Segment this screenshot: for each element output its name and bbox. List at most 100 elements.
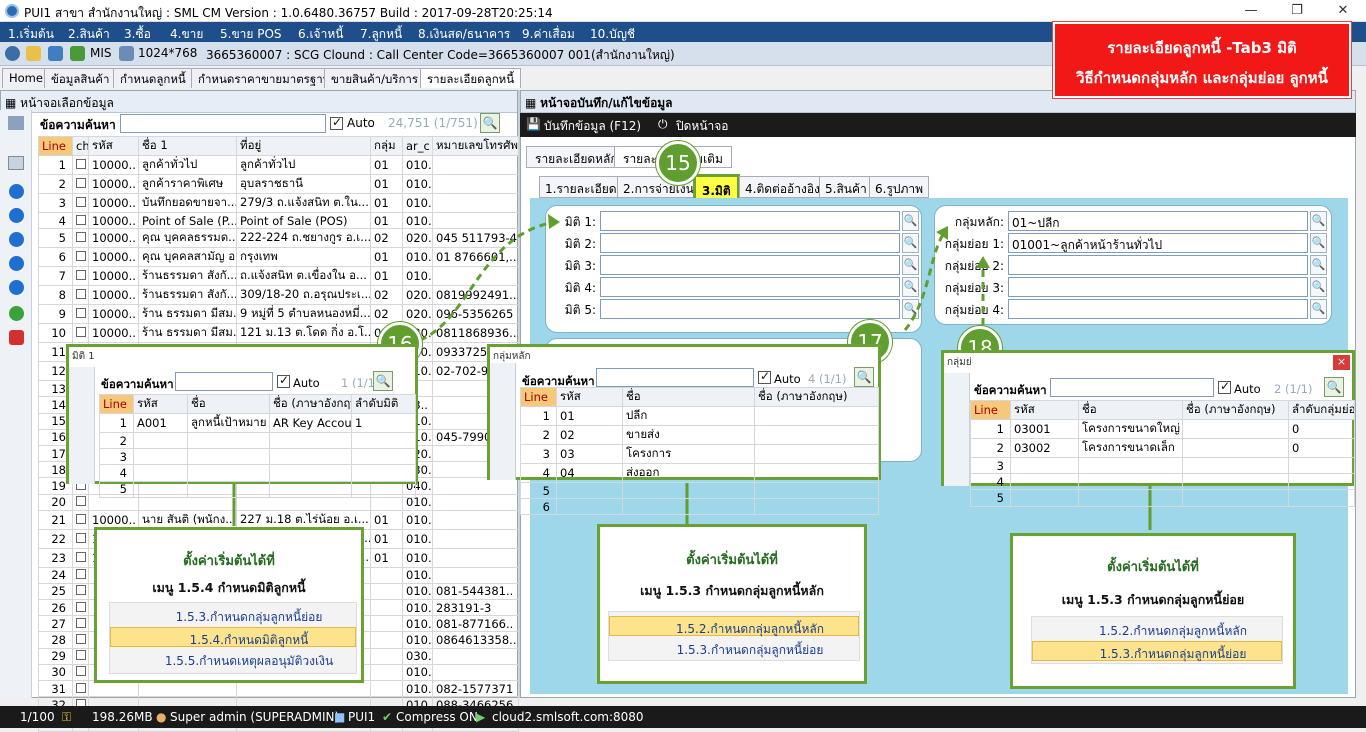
popup-2-search-input[interactable] [596,368,754,387]
table-row[interactable]: 2 [99,431,416,450]
table-cell [754,425,879,445]
column-header[interactable]: ชื่อ [187,394,270,414]
info-2-menu: 1.5.2.กำหนดกลุ่มลูกหนี้หลัก 1.5.3.กำหนดก… [608,611,860,661]
popup-1-sidebar [69,367,95,484]
column-header[interactable]: ชื่อ [1078,400,1183,420]
key-icon: ⚿ [62,710,72,724]
popup-3-search-label: ข้อความค้นหา [974,383,1047,397]
table-cell: 1 [351,413,416,433]
popup-1-auto-checkbox[interactable] [277,373,290,388]
table-cell: 03001 [1010,419,1079,439]
table-cell [754,444,879,464]
status-db: PUI1 [348,710,376,724]
check-icon: ✔ [382,710,393,724]
table-cell: 0 [1288,419,1355,439]
row-number: 3 [520,444,557,464]
popup-2-auto-checkbox[interactable] [758,369,771,384]
table-cell [1288,489,1355,507]
table-row[interactable]: 6 [520,498,879,516]
main-group-lookup-popup: กลุ่มหลัก ข้อความค้นหา Auto 4 (1/1) 🔍 Li… [487,344,881,516]
info-2-menu-item-1[interactable]: 1.5.2.กำหนดกลุ่มลูกหนี้หลัก [609,616,859,636]
status-compress: Compress ON [396,710,478,724]
table-cell [1010,489,1079,507]
table-cell [269,480,352,498]
table-row[interactable]: 3 [99,448,416,466]
column-header[interactable]: Line [520,387,557,407]
column-header[interactable]: รหัส [556,387,623,407]
column-header[interactable]: รหัส [133,394,188,414]
popup-3-search-button[interactable]: 🔍 [1324,377,1344,397]
table-cell [1182,419,1289,439]
table-cell [622,498,755,516]
table-cell [1010,456,1079,475]
column-header[interactable]: ชื่อ [622,387,755,407]
table-cell [187,464,270,482]
table-row[interactable]: 5 [970,489,1355,507]
popup-1-search-input[interactable] [175,372,273,391]
sub-group-lookup-popup: กลุ่มย่ × ข้อความค้นหา Auto 2 (1/1) 🔍 Li… [941,350,1355,507]
table-cell [1288,456,1355,475]
column-header[interactable]: ชื่อ (ภาษาอังกฤษ) [1182,400,1289,420]
table-cell [187,480,270,498]
table-cell: ปลีก [622,406,755,426]
popup-1-search-button[interactable]: 🔍 [373,371,393,391]
column-header[interactable]: รหัส [1010,400,1079,420]
info-3-menu-item-2[interactable]: 1.5.3.กำหนดกลุ่มลูกหนี้ย่อย [1032,641,1282,661]
table-row[interactable]: 5 [520,481,879,500]
info-box-sub-group: ตั้งค่าเริ่มต้นได้ที่ เมนู 1.5.3 กำหนดกล… [1010,533,1296,689]
table-cell: 03 [556,444,623,464]
popup-2-sidebar [490,363,516,480]
column-header[interactable]: ลำดับกลุ่มย่อย [1288,400,1355,420]
table-cell [1288,473,1355,491]
column-header[interactable]: Line [970,400,1011,420]
table-row[interactable]: 1 03001 โครงการขนาดใหญ่ 0 [970,419,1355,439]
table-cell [269,464,352,482]
table-cell [187,431,270,450]
table-row[interactable]: 2 02 ขายส่ง [520,425,879,445]
popup-2-search-button[interactable]: 🔍 [854,367,874,387]
popup-3-title: กลุ่มย่ [947,357,972,368]
info-2-menu-item-2[interactable]: 1.5.3.กำหนดกลุ่มลูกหนี้ย่อย [609,638,859,658]
popup-3-search-input[interactable] [1050,378,1214,397]
info-1-menu-item-3[interactable]: 1.5.5.กำหนดเหตุผลอนุมัติวงเงิน [110,649,356,669]
table-row[interactable]: 3 [970,456,1355,475]
popup-3-close-button[interactable]: × [1333,355,1350,370]
popup-3-auto-label: Auto [1234,382,1261,396]
table-cell: 03002 [1010,438,1079,458]
info-3-menu-item-1[interactable]: 1.5.2.กำหนดกลุ่มลูกหนี้หลัก [1032,619,1282,639]
table-row[interactable]: 3 03 โครงการ [520,444,879,464]
table-row[interactable]: 1 01 ปลีก [520,406,879,426]
table-row[interactable]: 4 [970,473,1355,491]
p3grid-header-row: Line รหัส ชื่อ ชื่อ (ภาษาอังกฤษ) ลำดับกลุ่มย… [970,400,1355,420]
column-header[interactable]: ชื่อ (ภาษาอังกฤษ) [269,394,352,414]
table-row[interactable]: 2 03002 โครงการขนาดเล็ก 0 [970,438,1355,458]
table-cell [754,463,879,483]
table-cell [1078,489,1183,507]
table-cell [187,448,270,466]
table-row[interactable]: 4 04 ส่งออก [520,463,879,483]
popup-2-title: กลุ่มหลัก [493,351,531,362]
info-box-main-group: ตั้งค่าเริ่มต้นได้ที่ เมนู 1.5.3 กำหนดกล… [597,524,867,684]
table-row[interactable]: 1A001ลูกหนี้เป้าหมายAR Key Accou...1 [99,413,416,433]
table-cell [133,480,188,498]
table-cell: ขายส่ง [622,425,755,445]
info-1-menu-item-2[interactable]: 1.5.4.กำหนดมิติลูกหนี้ [110,627,356,647]
table-row[interactable]: 5 [99,480,416,498]
popup-2-auto-label: Auto [774,372,801,386]
column-header[interactable]: Line [99,394,134,414]
popup-1-title: มิติ 1 [72,351,95,362]
table-cell: ส่งออก [622,463,755,483]
info-1-line-2: เมนู 1.5.4 กำหนดมิติลูกหนี้ [152,580,306,595]
info-2-line-1: ตั้งค่าเริ่มต้นได้ที่ [686,553,778,568]
table-cell: โครงการขนาดเล็ก [1078,438,1183,458]
popup-3-auto-checkbox[interactable] [1218,379,1231,394]
table-cell [1182,489,1289,507]
column-header[interactable]: ลำดับมิติ [351,394,416,414]
table-cell: A001 [133,413,188,433]
column-header[interactable]: ชื่อ (ภาษาอังกฤษ) [754,387,879,407]
info-1-menu-item-1[interactable]: 1.5.3.กำหนดกลุ่มลูกหนี้ย่อย [110,605,356,625]
dimension-lookup-popup: มิติ 1 ข้อความค้นหา Auto 1 (1/1) 🔍 Lineร… [66,344,418,498]
row-number: 4 [520,463,557,483]
table-row[interactable]: 4 [99,464,416,482]
table-cell [622,481,755,500]
